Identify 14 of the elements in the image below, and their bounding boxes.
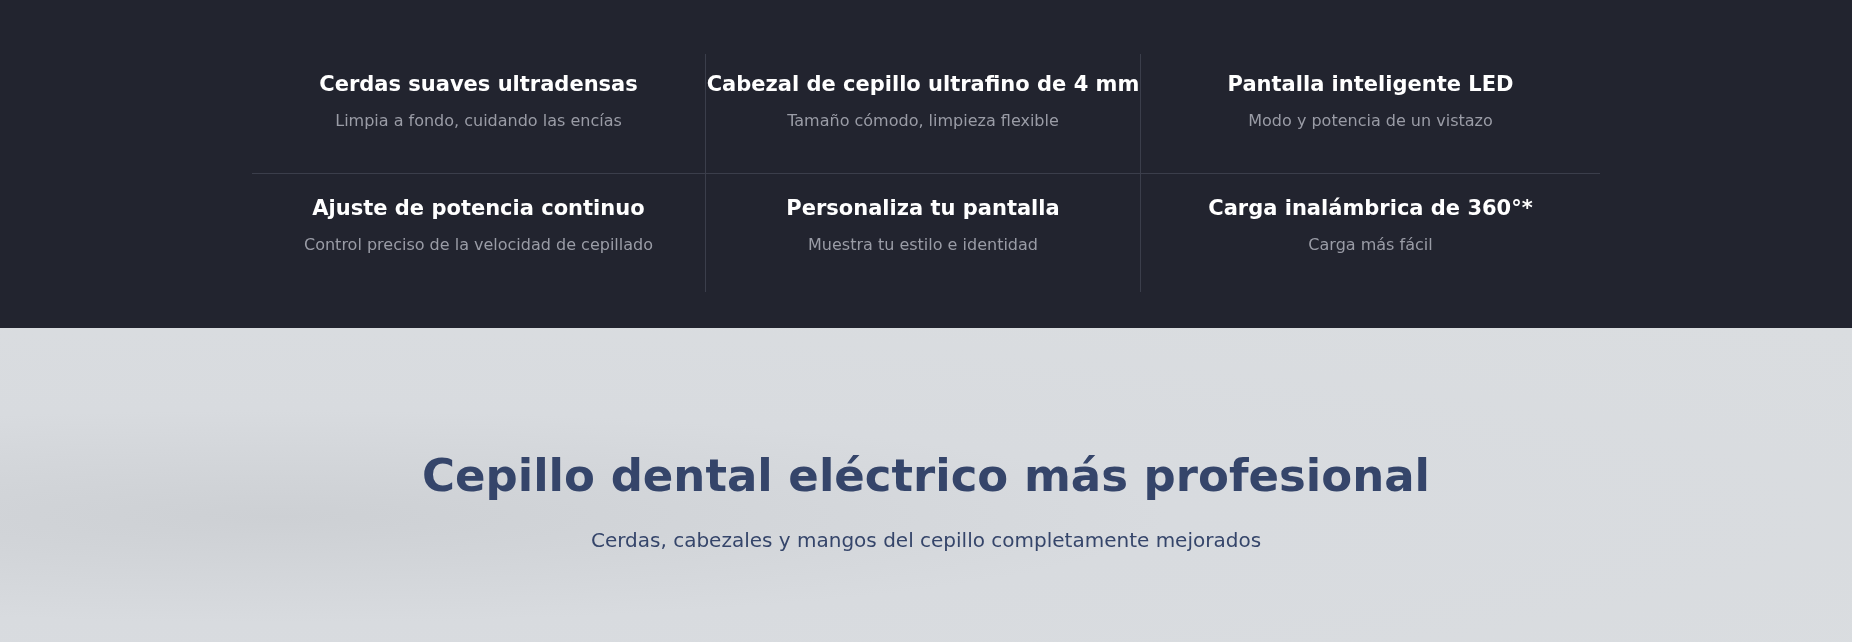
feature-title: Ajuste de potencia continuo bbox=[312, 195, 645, 222]
feature-description: Carga más fácil bbox=[1308, 234, 1433, 256]
feature-title: Cerdas suaves ultradensas bbox=[319, 71, 638, 98]
hero-heading: Cepillo dental eléctrico más profesional bbox=[422, 448, 1430, 504]
feature-description: Control preciso de la velocidad de cepillado bbox=[304, 234, 653, 256]
feature-description: Muestra tu estilo e identidad bbox=[808, 234, 1038, 256]
feature-description: Tamaño cómodo, limpieza flexible bbox=[787, 110, 1059, 132]
feature-description: Modo y potencia de un vistazo bbox=[1248, 110, 1493, 132]
hero-subheading: Cerdas, cabezales y mangos del cepillo completamente mejorados bbox=[590, 527, 1262, 554]
feature-title: Pantalla inteligente LED bbox=[1227, 71, 1514, 98]
feature-description: Limpia a fondo, cuidando las encías bbox=[335, 110, 622, 132]
feature-title: Carga inalámbrica de 360°* bbox=[1208, 195, 1533, 222]
feature-title: Personaliza tu pantalla bbox=[786, 195, 1060, 222]
feature-title: Cabezal de cepillo ultrafino de 4 mm bbox=[706, 71, 1140, 98]
